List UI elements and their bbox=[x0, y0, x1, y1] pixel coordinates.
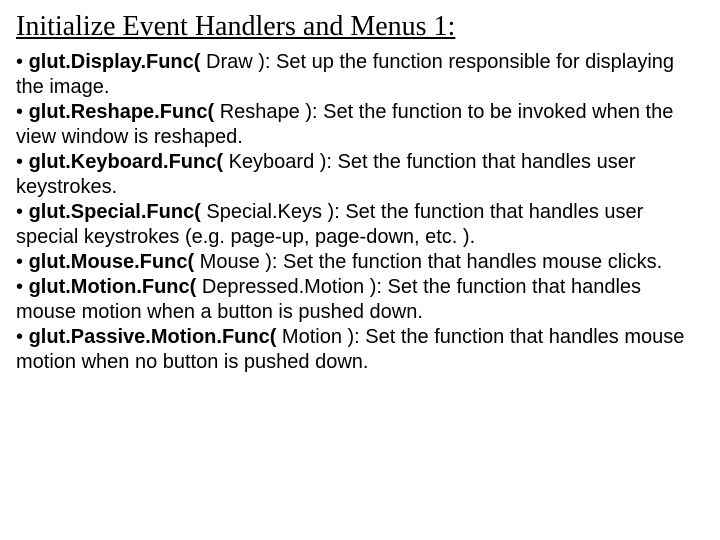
bullet-item: • glut.Display.Func( Draw ): Set up the … bbox=[16, 50, 704, 100]
bullet-char: • bbox=[16, 151, 23, 173]
func-name: glut.Reshape.Func( bbox=[29, 101, 215, 123]
func-name: glut.Passive.Motion.Func( bbox=[29, 326, 277, 348]
bullet-char: • bbox=[16, 251, 23, 273]
func-name: glut.Keyboard.Func( bbox=[29, 151, 223, 173]
func-name: glut.Motion.Func( bbox=[29, 276, 197, 298]
func-name: glut.Display.Func( bbox=[29, 51, 201, 73]
func-name: glut.Mouse.Func( bbox=[29, 251, 195, 273]
func-arg: Keyboard ): bbox=[223, 151, 332, 173]
func-arg: Mouse ): bbox=[194, 251, 277, 273]
bullet-text: Set the function that handles mouse clic… bbox=[277, 251, 662, 273]
func-arg: Reshape ): bbox=[214, 101, 317, 123]
bullet-item: • glut.Reshape.Func( Reshape ): Set the … bbox=[16, 100, 704, 150]
bullet-char: • bbox=[16, 51, 23, 73]
slide: Initialize Event Handlers and Menus 1: •… bbox=[0, 0, 720, 375]
bullet-char: • bbox=[16, 326, 23, 348]
func-name: glut.Special.Func( bbox=[29, 201, 201, 223]
func-arg: Draw ): bbox=[200, 51, 270, 73]
bullet-item: • glut.Motion.Func( Depressed.Motion ): … bbox=[16, 275, 704, 325]
bullet-item: • glut.Special.Func( Special.Keys ): Set… bbox=[16, 200, 704, 250]
bullet-item: • glut.Passive.Motion.Func( Motion ): Se… bbox=[16, 325, 704, 375]
bullet-char: • bbox=[16, 276, 23, 298]
bullet-item: • glut.Mouse.Func( Mouse ): Set the func… bbox=[16, 250, 704, 275]
bullet-char: • bbox=[16, 201, 23, 223]
bullet-char: • bbox=[16, 101, 23, 123]
func-arg: Motion ): bbox=[276, 326, 359, 348]
slide-title: Initialize Event Handlers and Menus 1: bbox=[16, 10, 704, 44]
slide-body: • glut.Display.Func( Draw ): Set up the … bbox=[16, 50, 704, 375]
func-arg: Depressed.Motion ): bbox=[196, 276, 382, 298]
bullet-item: • glut.Keyboard.Func( Keyboard ): Set th… bbox=[16, 150, 704, 200]
func-arg: Special.Keys ): bbox=[201, 201, 340, 223]
